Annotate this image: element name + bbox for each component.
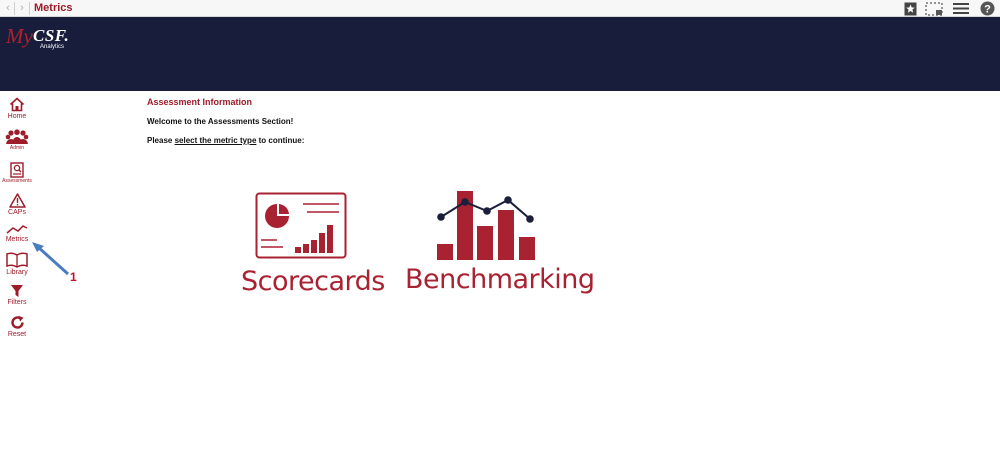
benchmarking-card[interactable]: Benchmarking: [402, 188, 595, 300]
select-metric-link[interactable]: select the metric type: [175, 136, 257, 145]
scorecards-card[interactable]: Scorecards: [238, 190, 385, 300]
instruction-prefix: Please: [147, 136, 175, 145]
scorecard-dashboard-icon: [255, 192, 347, 259]
benchmarking-label: Benchmarking: [405, 264, 595, 295]
annotation-number: 1: [70, 270, 77, 284]
instruction-suffix: to continue:: [256, 136, 305, 145]
welcome-text: Welcome to the Assessments Section!: [147, 117, 294, 126]
bar-line-chart-icon: [437, 191, 535, 260]
scorecards-label: Scorecards: [241, 266, 385, 297]
instruction-text: Please select the metric type to continu…: [147, 136, 304, 145]
section-title: Assessment Information: [147, 97, 253, 107]
